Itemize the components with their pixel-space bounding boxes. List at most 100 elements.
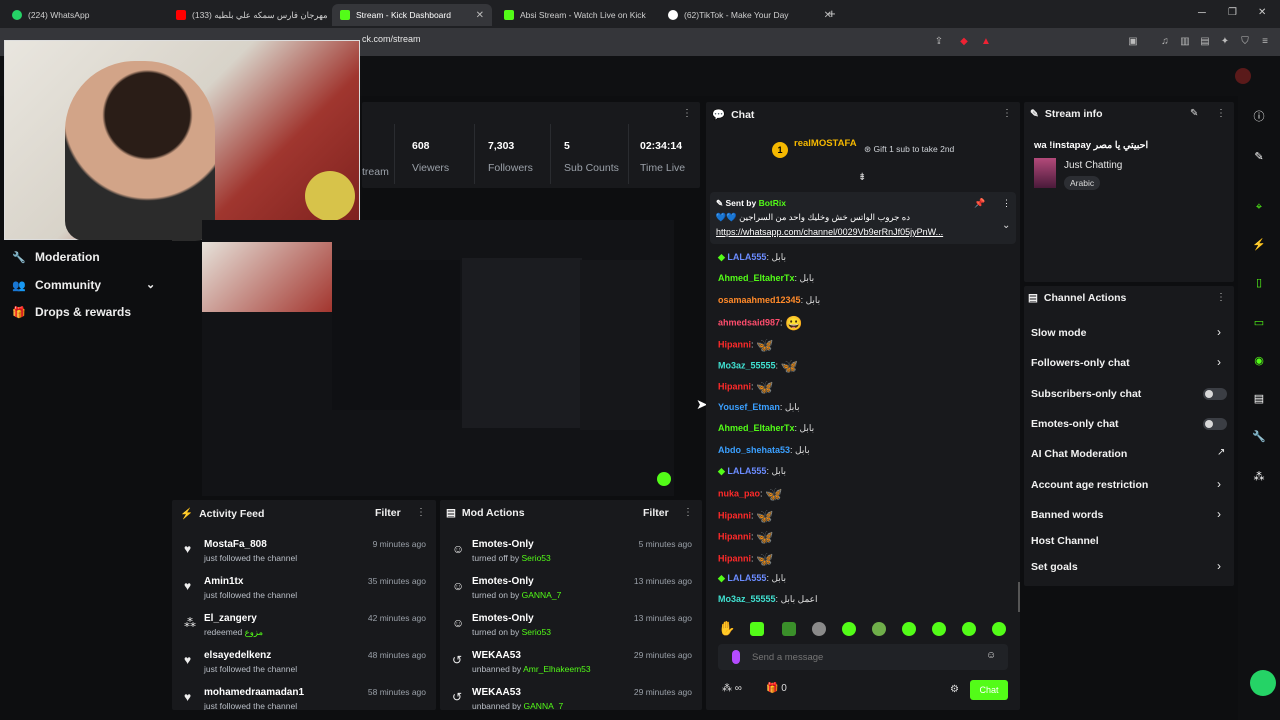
ai-icon[interactable]: ✦: [1219, 36, 1231, 48]
chat-message[interactable]: Hipanni: 🦋: [718, 380, 773, 394]
activity-username[interactable]: El_zangery: [204, 613, 257, 624]
channel-action-item[interactable]: Set goals: [1031, 561, 1078, 573]
mod-action-row[interactable]: ↺ WEKAA53 unbanned by GANNA_7 29 minutes ag…: [440, 684, 702, 710]
pinned-link[interactable]: https://whatsapp.com/channel/0029Vb9erRn…: [716, 227, 943, 237]
mic-icon[interactable]: [732, 650, 740, 664]
chat-message[interactable]: ◆ LALA555: بابل: [718, 466, 786, 477]
tab-youtube[interactable]: مهرجان فارس سمكه علي بلطيه (133): [168, 4, 330, 26]
extensions-icon[interactable]: ▣: [1127, 36, 1139, 48]
focus-icon[interactable]: ⌖: [1252, 200, 1266, 214]
url-field[interactable]: ck.com/stream: [362, 34, 421, 44]
more-options-icon[interactable]: ⋮: [1002, 108, 1012, 119]
toggle-switch[interactable]: [1203, 418, 1227, 430]
sidebar-item-drops-rewards[interactable]: 🎁 Drops & rewards: [12, 305, 131, 319]
external-link-icon[interactable]: ↗: [1217, 447, 1225, 458]
activity-row[interactable]: ♥ mohamedraamadan1 just followed the chann…: [172, 684, 436, 710]
chat-message[interactable]: Hipanni: 🦋: [718, 338, 773, 352]
more-options-icon[interactable]: ⋮: [1216, 292, 1226, 303]
chat-username[interactable]: Hipanni: [718, 339, 751, 349]
channel-action-item[interactable]: Host Channel: [1031, 535, 1099, 547]
more-options-icon[interactable]: ⋮: [1216, 108, 1226, 119]
vpn-icon[interactable]: ⛉: [1239, 36, 1251, 48]
channel-action-item[interactable]: AI Chat Moderation: [1031, 448, 1127, 460]
tab-whatsapp[interactable]: (224) WhatsApp: [4, 4, 164, 26]
chat-username[interactable]: ahmedsaid987: [718, 318, 780, 328]
channel-action-item[interactable]: Account age restriction: [1031, 479, 1148, 491]
menu-icon[interactable]: ≡: [1259, 36, 1271, 48]
emote-icon[interactable]: [872, 622, 886, 636]
wallet-icon[interactable]: ▤: [1199, 36, 1211, 48]
emote-icon[interactable]: [992, 622, 1006, 636]
stream-preview[interactable]: [202, 220, 674, 496]
activity-username[interactable]: mohamedraamadan1: [204, 687, 304, 698]
kick-emote-icon[interactable]: [782, 622, 796, 636]
brave-shield-icon[interactable]: ◆: [958, 36, 970, 48]
tab-absi-stream[interactable]: Absi Stream - Watch Live on Kick: [496, 4, 656, 26]
stream-category[interactable]: Just Chatting: [1064, 160, 1122, 171]
toggle-switch[interactable]: [1203, 388, 1227, 400]
chat-message[interactable]: nuka_pao: 🦋: [718, 487, 782, 501]
activity-row[interactable]: ♥ MostaFa_808 just followed the channel 9 …: [172, 536, 436, 573]
channel-action-item[interactable]: Banned words: [1031, 509, 1103, 521]
activity-filter-button[interactable]: Filter: [375, 507, 401, 519]
chat-username[interactable]: osamaahmed12345: [718, 295, 801, 305]
sidebar-item-moderation[interactable]: 🔧 Moderation: [12, 250, 100, 264]
maximize-icon[interactable]: ❐: [1228, 7, 1237, 18]
emote-icon[interactable]: [902, 622, 916, 636]
chat-message[interactable]: Ahmed_EltaherTx: بابل: [718, 273, 814, 284]
chat-message[interactable]: ahmedsaid987: 😀: [718, 316, 803, 330]
chat-username[interactable]: LALA555: [727, 466, 766, 476]
close-tab-icon[interactable]: ✕: [476, 10, 484, 21]
more-options-icon[interactable]: ⋮: [683, 507, 693, 518]
chat-username[interactable]: Hipanni: [718, 532, 751, 542]
message-input[interactable]: ☺: [718, 644, 1008, 670]
emote-icon[interactable]: [812, 622, 826, 636]
more-options-icon[interactable]: ⋮: [682, 108, 692, 119]
chevron-right-icon[interactable]: ›: [1217, 507, 1221, 521]
avatar[interactable]: [1235, 68, 1251, 84]
chat-message[interactable]: Abdo_shehata53: بابل: [718, 445, 810, 456]
music-icon[interactable]: ♫: [1159, 36, 1171, 48]
emote-icon[interactable]: [932, 622, 946, 636]
chat-username[interactable]: Hipanni: [718, 553, 751, 563]
collapse-icon[interactable]: ⇟: [858, 172, 866, 183]
chat-icon[interactable]: ▭: [1252, 316, 1266, 330]
more-options-icon[interactable]: ⋮: [1002, 198, 1011, 209]
edit-icon[interactable]: ✎: [1190, 108, 1198, 119]
pencil-icon[interactable]: ✎: [1252, 150, 1266, 164]
chat-username[interactable]: Hipanni: [718, 382, 751, 392]
info-icon[interactable]: ⓘ: [1252, 110, 1266, 124]
emote-icon[interactable]: [842, 622, 856, 636]
wrench-icon[interactable]: 🔧: [1252, 430, 1266, 444]
gift-hint[interactable]: ⊛ Gift 1 sub to take 2nd: [864, 144, 954, 155]
moderator-name[interactable]: GANNA_7: [522, 590, 562, 600]
points-icon[interactable]: ⁂ ∞: [722, 683, 742, 694]
moderator-name[interactable]: Serio53: [522, 627, 551, 637]
new-tab-button[interactable]: +: [828, 6, 836, 21]
chat-message[interactable]: Yousef_Etman: بابل: [718, 402, 799, 413]
chat-username[interactable]: LALA555: [727, 573, 766, 583]
tab-tiktok[interactable]: (62)TikTok - Make Your Day ✕: [660, 4, 840, 26]
chat-message[interactable]: osamaahmed12345: بابل: [718, 295, 820, 306]
chat-message[interactable]: Mo3az_55555: 🦋: [718, 359, 798, 373]
activity-row[interactable]: ♥ Amin1tx just followed the channel 35 min…: [172, 573, 436, 610]
settings-icon[interactable]: ⚙: [950, 684, 959, 695]
hand-emote-icon[interactable]: ✋: [718, 620, 735, 637]
chat-send-button[interactable]: Chat: [970, 680, 1008, 700]
points-icon[interactable]: ⁂: [1252, 470, 1266, 484]
chat-username[interactable]: Ahmed_EltaherTx: [718, 273, 795, 283]
chat-message[interactable]: Mo3az_55555: اعمل بابل: [718, 594, 818, 605]
rewards-icon[interactable]: ▲: [980, 36, 992, 48]
chat-message[interactable]: Hipanni: 🦋: [718, 509, 773, 523]
moderator-name[interactable]: GANNA_7: [524, 701, 564, 710]
layout-icon[interactable]: ▤: [1252, 392, 1266, 406]
chat-username[interactable]: Yousef_Etman: [718, 402, 780, 412]
activity-row[interactable]: ♥ elsayedelkenz just followed the channel …: [172, 647, 436, 684]
chat-username[interactable]: Ahmed_EltaherTx: [718, 423, 795, 433]
chat-scrollbar[interactable]: [1018, 582, 1020, 612]
channel-action-item[interactable]: Subscribers-only chat: [1031, 388, 1141, 400]
pin-icon[interactable]: 📌: [974, 198, 985, 209]
sidebar-icon[interactable]: ▥: [1179, 36, 1191, 48]
chat-username[interactable]: Abdo_shehata53: [718, 445, 790, 455]
mod-action-row[interactable]: ☺ Emotes-Only turned on by Serio53 13 minut…: [440, 610, 702, 647]
